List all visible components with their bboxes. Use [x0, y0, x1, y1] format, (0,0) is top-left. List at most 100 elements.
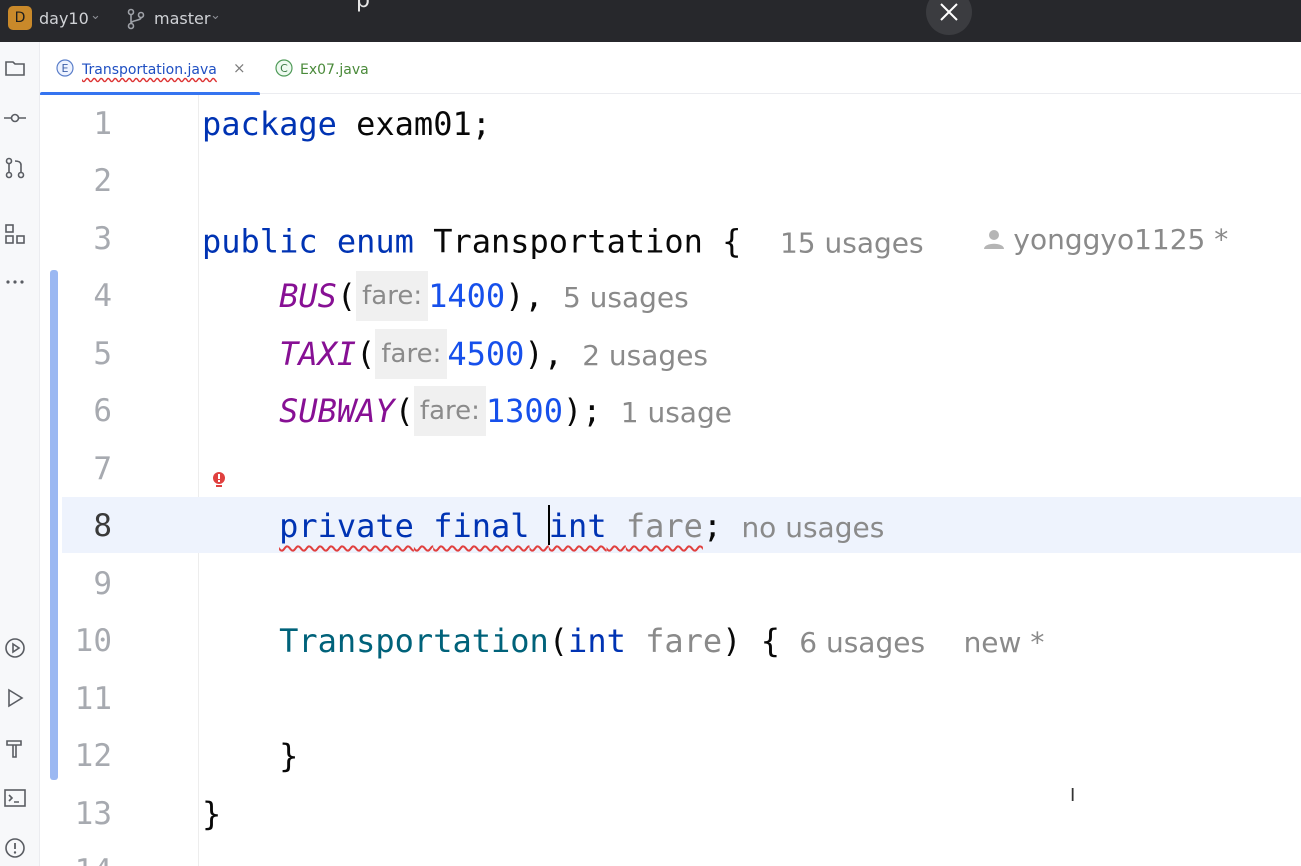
tool-window-strip	[0, 42, 40, 866]
code-line[interactable]: 6 SUBWAY(fare: 1300); 1 usage	[40, 383, 1301, 440]
tab-label: Ex07.java	[300, 62, 369, 78]
author-hint[interactable]: yonggyo1125 *	[981, 211, 1228, 268]
keyword: public	[202, 222, 318, 261]
keyword: package	[202, 105, 337, 143]
punctuation: ;	[702, 507, 723, 545]
brace: }	[279, 737, 299, 775]
keyword: int	[548, 507, 607, 545]
code-line[interactable]: 8 private final int fare; no usages	[40, 498, 1301, 555]
line-number: 5	[93, 336, 112, 372]
commit-icon[interactable]	[3, 106, 27, 130]
tab-transportation-java[interactable]: E Transportation.java ×	[40, 42, 262, 96]
code-line[interactable]: 1 package exam01;	[40, 96, 1301, 153]
pull-requests-icon[interactable]	[3, 156, 27, 180]
close-button[interactable]	[926, 0, 972, 35]
title-bar: D day10 ⌄ master ⌄ p	[0, 0, 1301, 42]
project-badge[interactable]: D	[8, 6, 32, 30]
line-number: 12	[74, 738, 112, 774]
line-number: 10	[74, 623, 112, 659]
enum-constant: TAXI	[279, 335, 357, 373]
constructor-name: Transportation	[279, 622, 549, 660]
line-number: 13	[74, 796, 112, 832]
problems-icon[interactable]	[3, 836, 27, 860]
keyword: final	[433, 507, 530, 545]
keyword: enum	[336, 222, 414, 261]
project-folder-icon[interactable]	[3, 56, 27, 80]
parameter-hint: fare:	[356, 271, 429, 321]
line-number: 3	[93, 221, 112, 257]
usages-hint[interactable]: no usages	[741, 511, 884, 544]
line-number: 14	[40, 843, 112, 866]
git-branch-icon	[127, 8, 145, 30]
mouse-ibeam-cursor: I	[1070, 785, 1076, 806]
build-hammer-icon[interactable]	[3, 736, 27, 760]
code-editor[interactable]: 1 package exam01; 2 3 public enum Transp…	[40, 95, 1301, 866]
chevron-down-icon[interactable]: ⌄	[210, 8, 221, 23]
enum-name: Transportation	[433, 222, 703, 261]
project-name[interactable]: day10	[39, 9, 89, 28]
number-literal: 1400	[428, 277, 506, 315]
code-line[interactable]: 7	[40, 441, 1301, 498]
punctuation: ) {	[722, 622, 780, 660]
author-hint[interactable]: new *	[964, 626, 1045, 659]
parameter-hint: fare:	[375, 329, 448, 379]
author-name: yonggyo1125 *	[1013, 223, 1229, 256]
enum-constant: SUBWAY	[279, 392, 395, 430]
keyword: int	[568, 622, 626, 660]
window-title-fragment: p	[356, 0, 370, 13]
parameter-name: fare	[645, 622, 723, 660]
usages-hint[interactable]: 6 usages	[799, 626, 925, 659]
code-line[interactable]: 3 public enum Transportation { 15 usages…	[40, 211, 1301, 268]
code-line[interactable]: 10 Transportation(int fare) { 6 usages n…	[40, 613, 1301, 670]
punctuation: ),	[524, 335, 563, 373]
parameter-hint: fare:	[413, 386, 486, 436]
enum-icon: E	[56, 59, 74, 77]
tab-label: Transportation.java	[82, 62, 217, 78]
line-number: 9	[93, 566, 112, 602]
more-icon[interactable]	[3, 270, 27, 294]
branch-name[interactable]: master	[154, 9, 210, 28]
line-number: 7	[93, 451, 112, 487]
terminal-icon[interactable]	[3, 786, 27, 810]
line-number: 4	[93, 278, 112, 314]
brace: {	[702, 222, 742, 261]
code-line[interactable]: 14	[40, 843, 1301, 866]
number-literal: 4500	[447, 335, 525, 373]
usages-hint[interactable]: 15 usages	[780, 227, 924, 260]
line-number: 8	[93, 508, 112, 544]
code-line[interactable]: 12 }	[40, 728, 1301, 785]
svg-text:C: C	[280, 62, 288, 75]
close-icon	[940, 3, 958, 21]
usages-hint[interactable]: 5 usages	[563, 281, 689, 314]
structure-icon[interactable]	[3, 222, 27, 246]
run-icon[interactable]	[3, 686, 27, 710]
line-number: 11	[74, 681, 112, 717]
code-line[interactable]: 2	[40, 153, 1301, 210]
code-line[interactable]: 11	[40, 671, 1301, 728]
package-name: exam01;	[336, 105, 491, 143]
line-number: 1	[93, 106, 112, 142]
line-number: 6	[93, 393, 112, 429]
enum-constant: BUS	[279, 277, 337, 315]
keyword: private	[279, 507, 414, 545]
usages-hint[interactable]: 1 usage	[621, 396, 732, 429]
punctuation: );	[562, 392, 602, 430]
class-icon: C	[275, 59, 293, 77]
code-line[interactable]: 13 }	[40, 786, 1301, 843]
editor-tab-bar: E Transportation.java × C Ex07.java	[40, 42, 1301, 96]
code-line[interactable]: 9	[40, 556, 1301, 613]
chevron-down-icon[interactable]: ⌄	[90, 8, 101, 23]
usages-hint[interactable]: 2 usages	[582, 339, 708, 372]
line-number: 2	[93, 163, 112, 199]
code-line[interactable]: 5 TAXI(fare: 4500), 2 usages	[40, 326, 1301, 383]
services-icon[interactable]	[3, 636, 27, 660]
field-name: fare	[625, 507, 703, 545]
brace: }	[202, 795, 222, 833]
punctuation: ),	[505, 277, 544, 315]
number-literal: 1300	[485, 392, 563, 430]
tab-ex07-java[interactable]: C Ex07.java	[272, 42, 412, 94]
svg-text:E: E	[62, 62, 69, 75]
close-tab-icon[interactable]: ×	[233, 59, 246, 77]
code-line[interactable]: 4 BUS(fare: 1400), 5 usages	[40, 268, 1301, 325]
user-icon	[984, 229, 1005, 249]
